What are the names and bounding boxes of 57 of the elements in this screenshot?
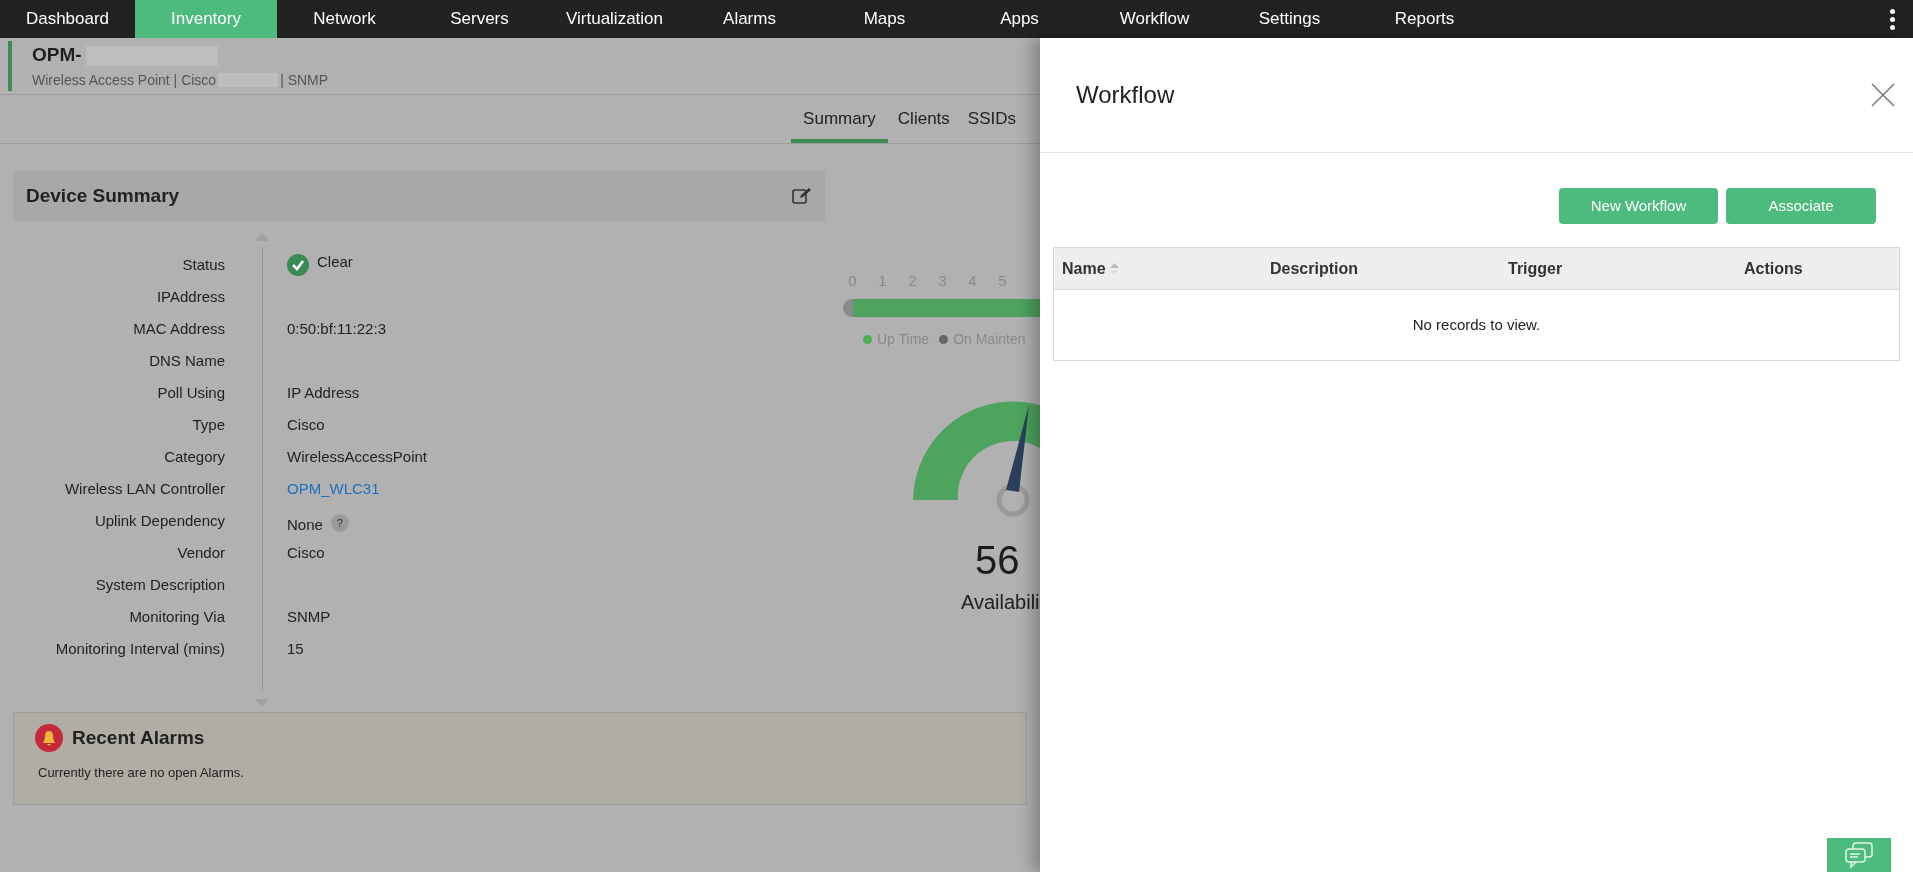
tab[interactable]: Clients bbox=[889, 95, 958, 143]
field-label: Poll Using bbox=[156, 383, 225, 403]
availability-value: 56 bbox=[975, 536, 1020, 584]
chat-button[interactable] bbox=[1827, 838, 1891, 872]
section-title: Recent Alarms bbox=[72, 725, 205, 750]
field-label: Category bbox=[163, 447, 225, 467]
nav-tab[interactable]: Servers bbox=[412, 0, 547, 38]
sort-icon[interactable] bbox=[1109, 263, 1119, 274]
device-subtitle: | SNMP bbox=[280, 70, 329, 90]
help-icon[interactable]: ? bbox=[330, 514, 349, 533]
field-label: Vendor bbox=[176, 543, 225, 563]
nav-tab[interactable]: Workflow bbox=[1087, 0, 1222, 38]
nav-tab[interactable]: Dashboard bbox=[0, 0, 135, 38]
field-value: IP Address bbox=[287, 383, 360, 403]
edit-icon[interactable] bbox=[792, 187, 812, 205]
field-label: IPAddress bbox=[155, 287, 225, 307]
column-header[interactable]: Name bbox=[1062, 256, 1106, 281]
bell-icon bbox=[34, 723, 64, 753]
tab[interactable]: Summary bbox=[791, 95, 888, 143]
empty-message: No records to view. bbox=[1411, 314, 1542, 335]
column-header[interactable]: Actions bbox=[1744, 256, 1803, 281]
field-value: Clear bbox=[317, 251, 353, 272]
column-header[interactable]: Description bbox=[1270, 256, 1358, 281]
field-label: Monitoring Via bbox=[128, 607, 225, 627]
alarms-message: Currently there are no open Alarms. bbox=[37, 764, 245, 782]
nav-tab[interactable]: Virtualization bbox=[547, 0, 682, 38]
chat-icon bbox=[1844, 842, 1874, 868]
section-title: Device Summary bbox=[26, 183, 180, 208]
close-icon[interactable] bbox=[1871, 83, 1895, 107]
nav-tab[interactable]: Maps bbox=[817, 0, 952, 38]
field-label: Uplink Dependency bbox=[93, 511, 225, 531]
field-label: Wireless LAN Controller bbox=[63, 479, 225, 499]
check-icon bbox=[287, 254, 309, 276]
tab[interactable]: SSIDs bbox=[959, 95, 1024, 143]
field-value: Cisco bbox=[287, 415, 325, 435]
nav-tab[interactable]: Apps bbox=[952, 0, 1087, 38]
nav-tab[interactable]: Settings bbox=[1222, 0, 1357, 38]
column-header[interactable]: Trigger bbox=[1508, 256, 1563, 281]
field-value: SNMP bbox=[287, 607, 331, 627]
field-label: Monitoring Interval (mins) bbox=[54, 639, 225, 659]
field-value: Cisco bbox=[287, 543, 325, 563]
field-label: DNS Name bbox=[148, 351, 225, 371]
field-value: 0:50:bf:11:22:3 bbox=[287, 319, 386, 339]
field-label: Type bbox=[191, 415, 225, 435]
device-subtitle: Wireless Access Point | Cisco bbox=[32, 70, 217, 90]
field-label: System Description bbox=[94, 575, 225, 595]
field-label: Status bbox=[181, 255, 225, 275]
field-label: MAC Address bbox=[132, 319, 225, 339]
field-value: None bbox=[287, 515, 323, 535]
nav-tab[interactable]: Alarms bbox=[682, 0, 817, 38]
field-value: WirelessAccessPoint bbox=[287, 447, 428, 467]
nav-tab[interactable]: Reports bbox=[1357, 0, 1492, 38]
device-title: OPM- bbox=[32, 43, 82, 68]
field-value: 15 bbox=[287, 639, 304, 659]
nav-tab[interactable]: Network bbox=[277, 0, 412, 38]
availability-label: Availabili bbox=[961, 589, 1040, 615]
drawer-title: Workflow bbox=[1076, 80, 1175, 110]
